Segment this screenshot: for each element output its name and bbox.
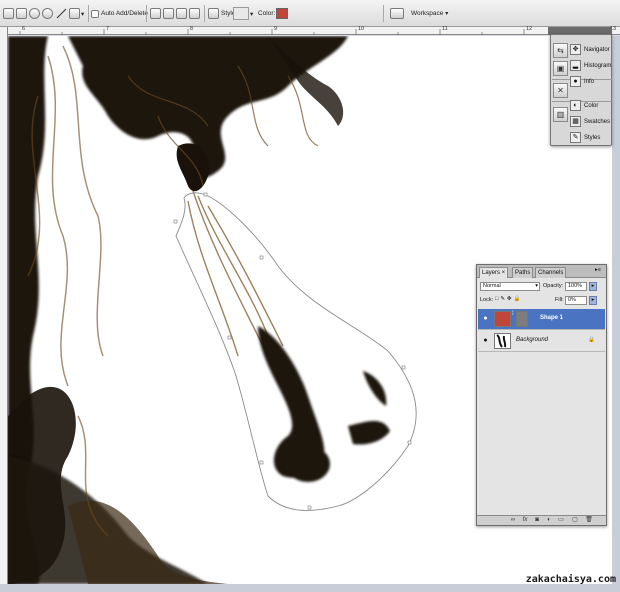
color-swatch[interactable]	[276, 8, 288, 19]
color-label: Color:	[258, 10, 276, 17]
vertical-ruler	[0, 27, 8, 592]
opacity-slider-button[interactable]: ▸	[589, 282, 597, 291]
layer-row-background[interactable]: ● Background 🔒	[478, 331, 605, 352]
fill-slider-button[interactable]: ▸	[589, 296, 597, 305]
styles-label: Styles	[584, 135, 601, 141]
new-layer-icon[interactable]: ▢	[571, 517, 579, 524]
lock-icon: 🔒	[588, 337, 595, 343]
ellipse-tool-icon[interactable]	[42, 8, 53, 19]
trash-icon[interactable]: 🗑	[585, 517, 593, 524]
layers-panel-tabs: Layers × Paths Channels ▸≡	[477, 265, 606, 278]
histogram-label: Histogram	[584, 63, 612, 69]
tab-channels[interactable]: Channels	[535, 267, 567, 278]
toolbar-divider	[88, 5, 89, 22]
horizontal-ruler: 6 7 8 9 10 11 12 13	[8, 26, 620, 35]
styles-panel-item[interactable]: ✎ Styles	[570, 131, 612, 146]
link-icon[interactable]: ∞	[509, 517, 517, 524]
eye-icon[interactable]: ●	[481, 337, 490, 345]
group-icon[interactable]: ▭	[557, 517, 565, 524]
ruler-mark: 7	[106, 26, 110, 32]
styles-icon: ✎	[570, 131, 581, 143]
info-icon: ●	[570, 75, 581, 87]
custom-shape-icon[interactable]	[69, 8, 80, 19]
navigator-panel-item[interactable]: ✥ Navigator	[570, 43, 612, 58]
swatches-icon: ▦	[570, 115, 581, 127]
mask-icon[interactable]: ◙	[533, 517, 541, 524]
actions-icon[interactable]: ▥	[553, 107, 568, 122]
layer-row-shape[interactable]: ● ⁞ Shape 1	[478, 309, 605, 330]
canvas-scroll-area	[612, 36, 620, 584]
auto-add-delete-label: Auto Add/Delete	[101, 10, 148, 17]
adjustment-icon[interactable]: ◐	[545, 517, 553, 524]
fill-label: Fill:	[555, 297, 564, 303]
toolbar-divider	[204, 5, 205, 22]
ink-blob	[258, 326, 390, 482]
exclude-icon[interactable]	[189, 8, 200, 19]
lock-icons[interactable]: □✎✥🔒	[495, 296, 522, 302]
color-icon: ◐	[570, 99, 581, 111]
navigator-label: Navigator	[584, 47, 610, 53]
histogram-panel-item[interactable]: ▂ Histogram	[570, 59, 612, 74]
layer-link-icon[interactable]	[208, 8, 219, 19]
swatches-panel-item[interactable]: ▦ Swatches	[570, 115, 612, 130]
histogram-icon: ▂	[570, 59, 581, 71]
swatches-label: Swatches	[584, 119, 611, 125]
info-label: Info	[584, 79, 595, 85]
combine-icon[interactable]	[150, 8, 161, 19]
tab-layers[interactable]: Layers ×	[479, 267, 509, 278]
navigator-icon: ✥	[570, 43, 581, 55]
eye-icon[interactable]: ●	[481, 315, 490, 323]
opacity-label: Opacity:	[543, 283, 564, 289]
opacity-input[interactable]: 100%	[565, 282, 587, 291]
tools-icon[interactable]: ✕	[553, 83, 568, 98]
ink-smoke-top	[68, 36, 348, 192]
layers-panel: Layers × Paths Channels ▸≡ Normal ▾ Opaci…	[476, 264, 607, 526]
toolbar-divider	[146, 5, 147, 22]
fill-input[interactable]: 0%	[565, 296, 587, 305]
ruler-mark: 11	[442, 26, 448, 32]
workspace-button[interactable]: Workspace ▾	[411, 10, 448, 17]
palette-well-icon[interactable]	[390, 8, 404, 19]
shape-layers-icon[interactable]	[3, 8, 14, 19]
tool-presets-icon[interactable]: ⇆	[553, 43, 568, 58]
ruler-mark: 12	[526, 26, 533, 32]
ruler-mark: 6	[22, 26, 26, 32]
brushes-icon[interactable]: ▣	[553, 61, 568, 76]
style-picker[interactable]	[233, 7, 249, 20]
intersect-icon[interactable]	[176, 8, 187, 19]
rounded-rect-icon[interactable]	[29, 8, 40, 19]
info-panel-item[interactable]: ● Info	[570, 75, 612, 90]
layer-thumbnail	[494, 333, 511, 349]
ruler-mark: 8	[190, 26, 194, 32]
layers-footer: ∞ fx ◙ ◐ ▭ ▢ 🗑	[477, 515, 606, 525]
vector-mask-thumbnail	[516, 311, 528, 327]
line-tool-icon[interactable]	[56, 8, 67, 19]
layer-name[interactable]: Background	[516, 337, 548, 343]
dropdown-arrow-icon[interactable]: ▾	[81, 10, 84, 18]
options-bar: ▾ Auto Add/Delete Style: ▾ Color: Worksp…	[0, 0, 620, 27]
style-dropdown-icon[interactable]: ▾	[250, 10, 253, 18]
lock-label: Lock:	[480, 297, 494, 303]
panel-dock: ⇆ ▣ ✕ ▥ ✥ Navigator ▂ Histogram ● Info ◐ Col…	[550, 34, 612, 146]
subtract-icon[interactable]	[163, 8, 174, 19]
paths-mode-icon[interactable]	[16, 8, 27, 19]
toolbar-divider	[383, 5, 384, 22]
ruler-mark: 9	[274, 26, 278, 32]
blend-mode-select[interactable]: Normal ▾	[480, 282, 540, 291]
layer-thumbnail	[494, 311, 511, 327]
panel-menu-icon[interactable]: ▸≡	[595, 267, 601, 273]
layer-name[interactable]: Shape 1	[540, 315, 563, 321]
auto-add-delete-checkbox[interactable]	[91, 10, 99, 18]
color-panel-item[interactable]: ◐ Color	[570, 99, 612, 114]
fx-icon[interactable]: fx	[521, 517, 529, 524]
watermark: zakachaisya.com	[525, 574, 616, 585]
color-label-panel: Color	[584, 103, 599, 109]
tab-paths[interactable]: Paths	[512, 267, 534, 278]
photoshop-window: ▾ Auto Add/Delete Style: ▾ Color: Worksp…	[0, 0, 620, 592]
ruler-mark: 10	[358, 26, 365, 32]
